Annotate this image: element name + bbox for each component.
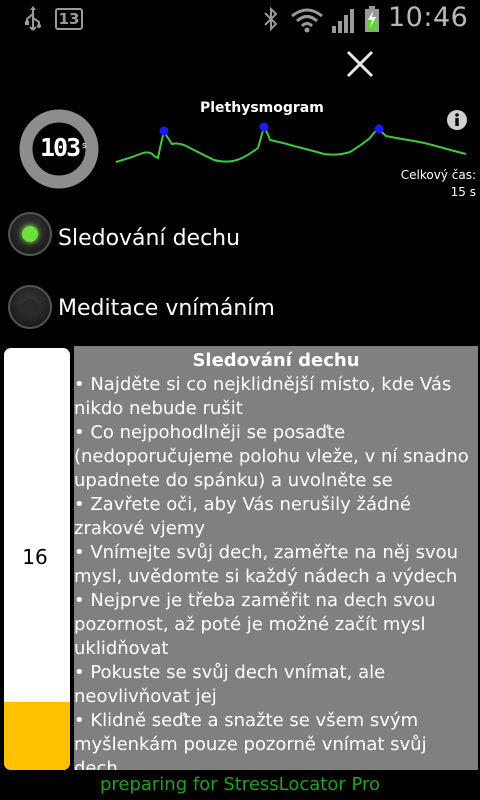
wifi-icon [291,8,323,33]
plethysmogram-chart [115,122,467,163]
gauge-value: 16 [22,545,48,569]
instruction-item: • Pokuste se svůj dech vnímat, ale neovl… [74,662,386,707]
signal-icon [332,9,354,33]
plethysmogram-peak [259,122,269,132]
total-time-label: Celkový čas: [400,168,476,182]
usb-icon [25,6,41,31]
radio-perception-meditation[interactable] [8,285,52,329]
bluetooth-icon [264,6,278,32]
footer-status: preparing for StressLocator Pro [99,774,381,795]
plethysmogram-peak [374,124,384,134]
mode-label-breath-tracking[interactable]: Sledování dechu [58,226,240,251]
instruction-item: • Zavřete oči, aby Vás nerušily žádné zr… [74,494,411,539]
instruction-item: • Nejprve je třeba zaměřit na dech svou … [74,590,436,659]
plethysmogram-title: Plethysmogram [200,100,324,116]
plethysmogram-line [115,124,467,163]
battery-charging-icon [365,6,379,32]
instruction-item: • Co nejpohodlněji se posaďte (nedoporuč… [74,422,469,491]
timer-unit: s [82,141,87,151]
instruction-item: • Vnímejte svůj dech, zaměřte na něj svo… [74,542,459,587]
instructions-panel[interactable]: Sledování dechu • Najděte si co nejklidn… [74,346,478,770]
radio-breath-tracking[interactable] [8,212,52,256]
timer-value: 103 [40,133,81,162]
instruction-item: • Najděte si co nejklidnější místo, kde … [74,374,452,419]
instruction-item: • Klidně seďte a snažte se všem svým myš… [74,710,427,770]
gauge-fill [4,702,70,770]
mode-label-perception-meditation[interactable]: Meditace vnímáním [58,296,275,321]
instructions-title: Sledování dechu [192,350,360,371]
notification-badge: 13 [55,8,83,30]
plethysmogram-peak [159,126,169,136]
radio-selected-dot [22,226,38,242]
info-icon[interactable] [446,109,468,131]
clock: 10:46 [388,2,469,33]
close-icon[interactable] [340,46,380,84]
status-bar: 13 10:46 [0,0,480,38]
radio-unselected-dot [22,299,38,315]
total-time-value: 15 s [450,185,476,199]
